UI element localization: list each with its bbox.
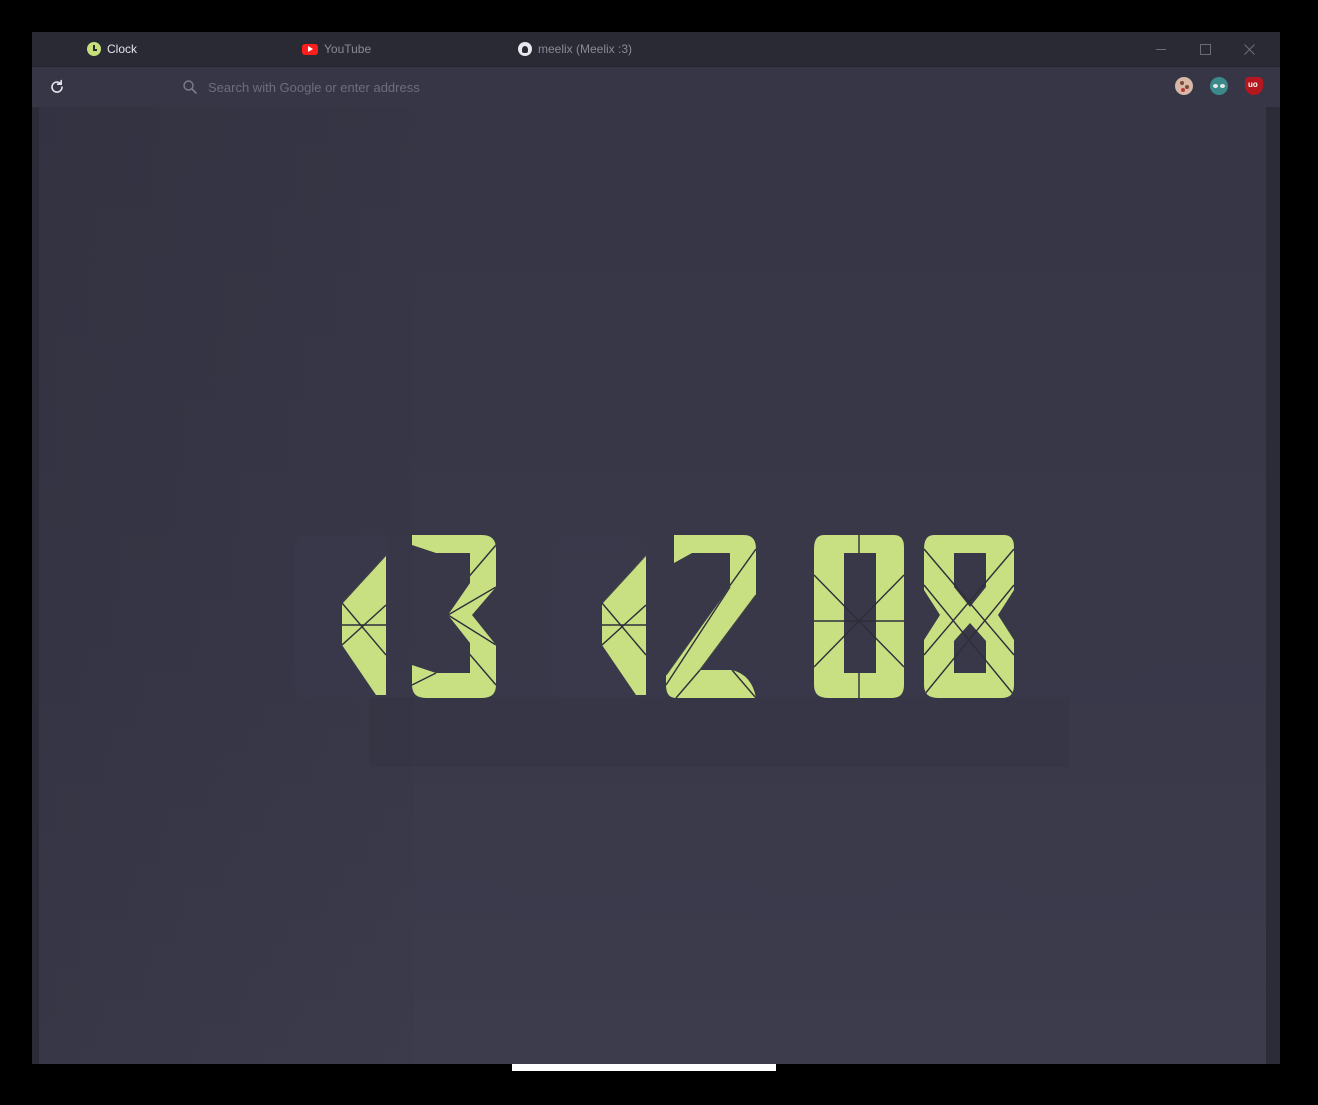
- navigation-toolbar: [32, 67, 1280, 107]
- clock-digit-0: [814, 535, 904, 698]
- window-frame-left: [32, 107, 39, 1064]
- minimize-icon: [1156, 48, 1166, 50]
- window-frame-right: [1266, 107, 1280, 1064]
- close-icon: [1243, 43, 1255, 55]
- clock-digits: [295, 535, 1069, 767]
- search-input[interactable]: [208, 79, 808, 95]
- maximize-button[interactable]: [1183, 32, 1227, 66]
- clock-digit-3: [412, 535, 496, 698]
- maximize-icon: [1199, 43, 1211, 55]
- cookie-extension-icon[interactable]: [1175, 77, 1193, 95]
- tab-label: meelix (Meelix :3): [538, 42, 633, 56]
- tab-youtube[interactable]: YouTube: [302, 32, 371, 66]
- digit-shape: [924, 535, 1014, 698]
- address-bar[interactable]: [182, 75, 882, 99]
- clock-icon: [87, 42, 101, 56]
- github-icon: [518, 42, 532, 56]
- clock-digit-2: [666, 535, 756, 698]
- browser-window: Clock YouTube meelix (Meelix :3): [32, 32, 1280, 1064]
- tab-strip: Clock YouTube meelix (Meelix :3): [32, 32, 1280, 67]
- tab-github[interactable]: meelix (Meelix :3): [518, 32, 632, 66]
- page-content: [39, 107, 1266, 1064]
- clock-digit-8: [924, 535, 1014, 698]
- search-icon: [182, 79, 198, 95]
- clock-shadow: [369, 697, 1069, 767]
- ublock-origin-icon[interactable]: [1245, 77, 1263, 95]
- tab-label: Clock: [107, 42, 138, 56]
- glasses-extension-icon[interactable]: [1210, 77, 1228, 95]
- digital-clock: [39, 107, 1266, 1064]
- minimize-button[interactable]: [1139, 32, 1183, 66]
- youtube-icon: [302, 43, 318, 55]
- tab-label: YouTube: [324, 42, 372, 56]
- reload-button[interactable]: [48, 78, 66, 96]
- reload-icon: [51, 79, 63, 93]
- tab-clock[interactable]: Clock: [87, 32, 137, 66]
- close-button[interactable]: [1227, 32, 1271, 66]
- taskbar-indicator: [512, 1064, 776, 1071]
